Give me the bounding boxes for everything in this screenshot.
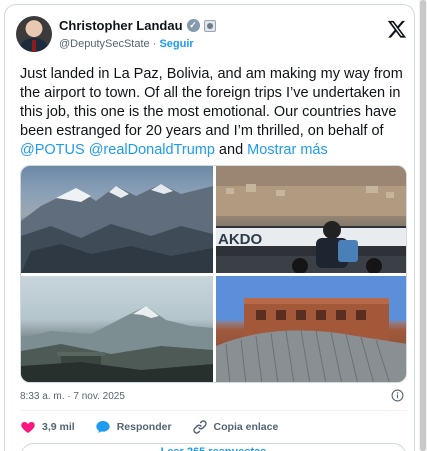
copy-link-label: Copia enlace (213, 421, 279, 433)
reply-bubble-icon (96, 421, 110, 433)
divider (20, 410, 407, 411)
motorcyclist-illustration: AKDO (216, 166, 406, 273)
snow-peak-illustration (21, 306, 213, 382)
likes-count: 3,9 mil (42, 421, 75, 433)
author-name[interactable]: Christopher Landau (59, 18, 183, 33)
tweet-text: Just landed in La Paz, Bolivia, and am m… (20, 65, 412, 160)
avatar[interactable] (16, 16, 52, 52)
page: Christopher Landau ✓ @DeputySecState · S… (0, 0, 427, 451)
tweet-conjunction: and (214, 142, 248, 158)
photo-building[interactable] (216, 276, 406, 382)
scrollbar[interactable] (419, 0, 427, 451)
author-handle-row: @DeputySecState · Seguir (59, 38, 194, 50)
copy-link-button[interactable]: Copia enlace (192, 419, 279, 435)
mention-potus[interactable]: @POTUS (20, 142, 85, 158)
handle-separator: · (149, 38, 160, 50)
show-more-link[interactable]: Mostrar más (247, 142, 328, 158)
building-illustration (216, 276, 406, 382)
link-icon (192, 420, 207, 434)
reply-label: Responder (116, 421, 172, 433)
media-grid: AKDO (20, 165, 407, 383)
tweet-card[interactable]: Christopher Landau ✓ @DeputySecState · S… (4, 4, 415, 451)
tweet-timestamp[interactable]: 8:33 a. m. · 7 nov. 2025 (20, 391, 125, 402)
author-handle[interactable]: @DeputySecState (59, 38, 150, 50)
read-replies-button[interactable]: Leer 265 respuestas (20, 443, 407, 451)
x-logo-icon[interactable] (387, 19, 407, 39)
mention-realdonaldtrump[interactable]: @realDonaldTrump (89, 142, 215, 158)
reply-button[interactable]: Responder (95, 419, 172, 435)
photo-aerial-mountains[interactable] (21, 166, 213, 273)
government-badge-icon (203, 19, 216, 32)
info-icon[interactable] (391, 389, 404, 402)
follow-button[interactable]: Seguir (159, 38, 193, 50)
avatar-tie (32, 40, 36, 52)
author-name-row: Christopher Landau ✓ (59, 18, 216, 33)
tweet-body: Just landed in La Paz, Bolivia, and am m… (20, 66, 403, 139)
action-bar: 3,9 mil Responder Copia enlace (20, 419, 298, 435)
svg-text:AKDO: AKDO (218, 231, 262, 248)
photo-snow-peak[interactable] (21, 276, 213, 382)
heart-icon (21, 422, 35, 433)
scrollbar-thumb[interactable] (420, 0, 426, 451)
verified-badge-icon: ✓ (186, 19, 200, 32)
photo-motorcyclist[interactable]: AKDO (216, 166, 406, 273)
aerial-mountains-illustration (21, 184, 213, 273)
like-button[interactable]: 3,9 mil (20, 419, 75, 435)
